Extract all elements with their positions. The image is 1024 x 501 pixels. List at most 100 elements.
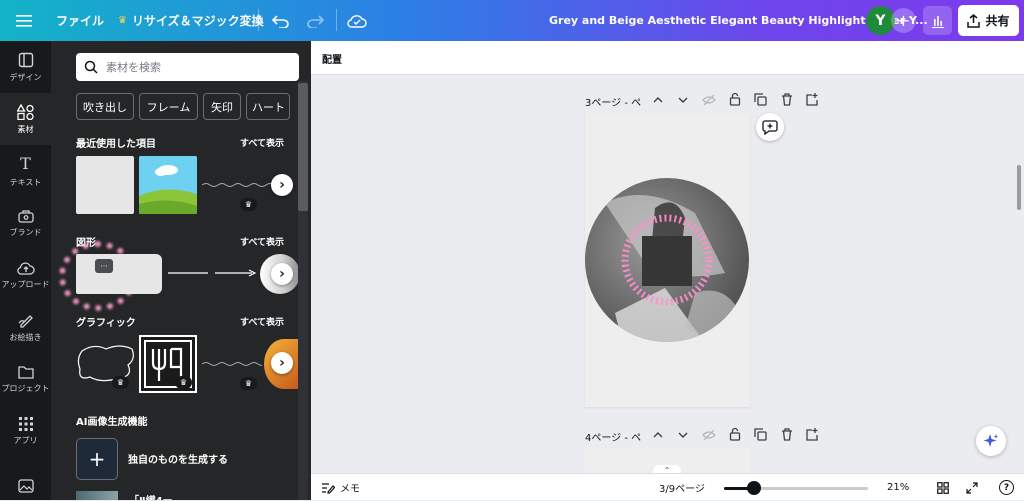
lock-icon[interactable] bbox=[729, 427, 741, 441]
fullscreen-icon[interactable] bbox=[966, 474, 978, 501]
cloud-save-icon[interactable] bbox=[347, 0, 367, 41]
shape-arrow-line[interactable] bbox=[214, 269, 257, 277]
upload-icon bbox=[16, 261, 35, 275]
context-toolbar: 配置 bbox=[311, 41, 1024, 75]
analytics-icon[interactable] bbox=[923, 6, 952, 35]
page-counter[interactable]: 3/9ページ bbox=[659, 474, 705, 501]
share-label: 共有 bbox=[985, 14, 1010, 28]
sidebar-item-label: アップロード bbox=[1, 279, 50, 289]
sidebar-item-label: お絵描き bbox=[9, 332, 42, 342]
recent-item-wavy-line[interactable] bbox=[202, 180, 282, 190]
sidebar-item-projects[interactable]: プロジェクト bbox=[0, 353, 51, 405]
sidebar-item-upload[interactable]: アップロード bbox=[0, 249, 51, 301]
magic-assistant-button[interactable] bbox=[976, 426, 1006, 456]
search-input[interactable]: 素材を検索 bbox=[76, 53, 299, 81]
add-page-icon[interactable] bbox=[806, 427, 819, 441]
more-options-button[interactable]: ··· bbox=[95, 259, 113, 273]
ai-sample-thumbnail[interactable] bbox=[76, 491, 118, 500]
sparkle-icon bbox=[983, 434, 999, 447]
sidebar-item-elements[interactable]: 素材 bbox=[0, 93, 51, 145]
recent-item-blank[interactable] bbox=[76, 156, 134, 214]
divider bbox=[336, 9, 337, 31]
undo-icon[interactable] bbox=[272, 0, 290, 41]
graphic-blob-outline[interactable] bbox=[76, 341, 136, 383]
recent-see-all[interactable]: すべて表示 bbox=[240, 136, 284, 149]
brand-icon bbox=[17, 209, 34, 223]
duplicate-icon[interactable] bbox=[754, 93, 767, 106]
hide-page-icon[interactable] bbox=[702, 429, 716, 441]
chip-speech-bubble[interactable]: 吹き出し bbox=[76, 93, 134, 120]
sidebar-item-label: 素材 bbox=[17, 124, 34, 134]
top-bar: ファイル ♛ リサイズ＆マジック変換 Grey and Beige Aesthe… bbox=[0, 0, 1024, 41]
sidebar-item-label: ブランド bbox=[9, 227, 42, 237]
recent-item-landscape[interactable] bbox=[139, 156, 197, 214]
share-button[interactable]: 共有 bbox=[958, 5, 1019, 36]
redo-icon[interactable] bbox=[306, 0, 324, 41]
bottom-bar: メモ 3/9ページ 21% ? bbox=[311, 473, 1024, 500]
elements-panel: 素材を検索 吹き出し フレーム 矢印 ハート 最近使用した項目 すべて表示 ♛ … bbox=[51, 41, 311, 500]
apps-icon bbox=[18, 416, 33, 431]
recent-heading: 最近使用した項目 bbox=[76, 139, 156, 150]
menu-icon[interactable] bbox=[16, 0, 32, 41]
design-page-3[interactable] bbox=[585, 113, 750, 407]
chevron-up-icon[interactable] bbox=[652, 95, 664, 105]
sidebar-item-design[interactable]: デザイン bbox=[0, 41, 51, 93]
panel-scrollbar-thumb[interactable] bbox=[298, 83, 308, 211]
grid-view-icon[interactable] bbox=[937, 474, 949, 501]
crown-icon: ♛ bbox=[240, 198, 257, 211]
folder-icon bbox=[17, 365, 34, 379]
generate-own-button[interactable]: + 独自のものを生成する bbox=[76, 436, 299, 481]
highlight-cover-artwork bbox=[585, 178, 749, 342]
share-icon bbox=[967, 13, 981, 28]
generate-label: 独自のものを生成する bbox=[128, 455, 228, 466]
sidebar-item-label: デザイン bbox=[9, 72, 42, 82]
chevron-down-icon[interactable] bbox=[677, 430, 689, 440]
notes-button[interactable]: メモ bbox=[321, 474, 360, 501]
chevron-up-icon[interactable] bbox=[652, 430, 664, 440]
crown-icon: ♛ bbox=[175, 376, 192, 389]
shapes-next-button[interactable]: › bbox=[271, 263, 293, 285]
sidebar-item-draw[interactable]: お絵描き bbox=[0, 301, 51, 353]
sidebar-item-apps[interactable]: アプリ bbox=[0, 405, 51, 457]
arrange-button[interactable]: 配置 bbox=[322, 51, 342, 66]
page-4-label[interactable]: 4ページ - ペ bbox=[585, 429, 641, 444]
text-icon: T bbox=[20, 154, 31, 173]
crown-icon: ♛ bbox=[118, 15, 127, 26]
chevron-down-icon[interactable] bbox=[677, 95, 689, 105]
resize-button[interactable]: ♛ リサイズ＆マジック変換 bbox=[118, 0, 264, 41]
chip-arrow[interactable]: 矢印 bbox=[203, 93, 241, 120]
crown-icon: ♛ bbox=[240, 377, 257, 390]
add-collaborator-button[interactable]: + bbox=[891, 8, 916, 33]
notes-label: メモ bbox=[340, 484, 360, 495]
canvas-scrollbar[interactable] bbox=[1017, 165, 1021, 210]
chip-frame[interactable]: フレーム bbox=[139, 93, 198, 120]
sidebar-item-label: アプリ bbox=[13, 435, 38, 445]
plus-icon: + bbox=[76, 437, 118, 480]
landscape-image bbox=[139, 156, 197, 214]
divider bbox=[258, 9, 259, 31]
shapes-see-all[interactable]: すべて表示 bbox=[240, 235, 284, 248]
sidebar-item-text[interactable]: T テキスト bbox=[0, 145, 51, 197]
page-3-label[interactable]: 3ページ - ペ bbox=[585, 94, 641, 109]
chip-heart[interactable]: ハート bbox=[246, 93, 290, 120]
file-menu[interactable]: ファイル bbox=[56, 0, 104, 41]
help-button[interactable]: ? bbox=[999, 474, 1014, 501]
graphics-see-all[interactable]: すべて表示 bbox=[240, 315, 284, 328]
sidebar-item-brand[interactable]: ブランド bbox=[0, 197, 51, 249]
shape-line[interactable] bbox=[167, 269, 209, 277]
crown-icon: ♛ bbox=[112, 376, 129, 389]
duplicate-icon[interactable] bbox=[754, 428, 767, 441]
graphic-wavy-line[interactable] bbox=[202, 359, 262, 369]
zoom-value[interactable]: 21% bbox=[887, 474, 909, 501]
graphics-next-button[interactable]: › bbox=[271, 352, 293, 374]
lock-icon[interactable] bbox=[729, 92, 741, 106]
hide-page-icon[interactable] bbox=[702, 94, 716, 106]
help-icon: ? bbox=[999, 480, 1014, 495]
add-comment-button[interactable] bbox=[756, 113, 784, 141]
trash-icon[interactable] bbox=[781, 428, 793, 441]
shape-rounded-square[interactable] bbox=[116, 254, 162, 294]
recent-next-button[interactable]: › bbox=[271, 174, 293, 196]
sidebar-item-photos[interactable] bbox=[0, 471, 51, 501]
trash-icon[interactable] bbox=[781, 93, 793, 106]
add-page-icon[interactable] bbox=[806, 92, 819, 106]
